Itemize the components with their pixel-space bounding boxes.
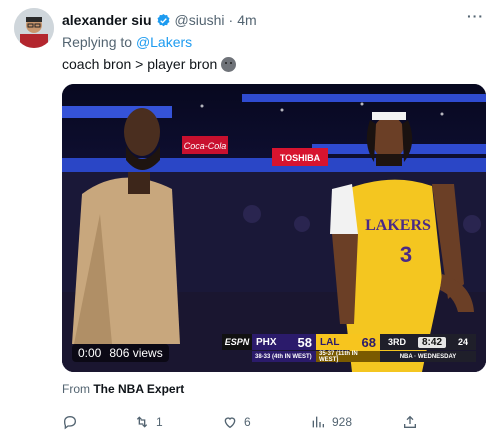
verified-badge-icon[interactable] <box>156 13 171 28</box>
video-views: 806 views <box>109 346 163 360</box>
away-team-panel: PHX 58 <box>252 334 316 350</box>
jersey-team-text: LAKERS <box>365 217 431 234</box>
avatar[interactable] <box>14 8 54 48</box>
jersey-number-text: 3 <box>400 242 412 267</box>
share-button[interactable] <box>402 414 418 430</box>
home-team-score: 68 <box>361 334 376 350</box>
replying-to-mention[interactable]: @Lakers <box>136 34 192 50</box>
replying-prefix: Replying to <box>62 34 136 50</box>
video-timestamp: 0:00 <box>78 346 102 360</box>
views-count: 928 <box>332 415 353 429</box>
views-icon <box>312 416 324 428</box>
scorebug-top-row: ESPN PHX 58 LAL 68 3RD 8:42 24 <box>222 334 476 350</box>
neutral-face-emoji-icon <box>221 56 237 72</box>
away-team-name: PHX <box>256 336 277 348</box>
retweet-count: 1 <box>156 415 163 429</box>
handle[interactable]: @siushi <box>175 12 225 28</box>
video-overlay: 0:00 806 views <box>72 344 169 362</box>
home-team-name: LAL <box>320 336 340 348</box>
display-name[interactable]: alexander siu <box>62 12 152 28</box>
reply-icon <box>63 415 77 430</box>
home-team-panel: LAL 68 <box>316 334 380 350</box>
source-link[interactable]: The NBA Expert <box>93 382 184 396</box>
period: 3RD <box>387 337 406 347</box>
like-button[interactable]: 6 <box>222 414 251 430</box>
video-frame: Coca-Cola TOSHIBA LAKERS 3 <box>62 84 486 372</box>
banner-text-coca-cola: Coca-Cola <box>184 141 227 151</box>
tweet-text: coach bron > player bron <box>62 56 237 72</box>
game-clock: 8:42 <box>417 336 446 348</box>
broadcast-label: NBA · WEDNESDAY <box>380 351 476 362</box>
tweet-actions: 1 6 928 <box>62 412 482 432</box>
replying-to-line: Replying to @Lakers <box>62 34 192 50</box>
like-icon <box>224 417 236 429</box>
video-player[interactable]: Coca-Cola TOSHIBA LAKERS 3 ESPN PHX 58 L… <box>62 84 486 372</box>
retweet-button[interactable]: 1 <box>134 414 163 430</box>
shot-clock: 24 <box>457 337 468 347</box>
retweet-icon <box>136 416 148 428</box>
away-team-score: 58 <box>297 334 312 350</box>
banner-text-toshiba: TOSHIBA <box>280 153 321 163</box>
more-options-icon[interactable]: ··· <box>467 8 484 24</box>
home-team-record: 35-37 (11th IN WEST) <box>316 351 380 363</box>
views-button[interactable]: 928 <box>310 414 352 430</box>
scorebug-bottom-row: 38-33 (4th IN WEST) 35-37 (11th IN WEST)… <box>252 351 476 363</box>
scorebug: ESPN PHX 58 LAL 68 3RD 8:42 24 38-33 (4t… <box>222 334 476 363</box>
share-icon <box>404 415 416 428</box>
like-count: 6 <box>244 415 251 429</box>
source-prefix: From <box>62 382 94 396</box>
away-team-record: 38-33 (4th IN WEST) <box>252 351 316 362</box>
tweet-header: alexander siu @siushi · 4m ··· <box>62 8 484 30</box>
reply-button[interactable] <box>62 414 78 430</box>
game-clock-panel: 3RD 8:42 24 <box>380 334 476 350</box>
avatar-image <box>14 8 54 48</box>
media-source-line: From The NBA Expert <box>62 382 184 396</box>
network-logo: ESPN <box>222 334 252 350</box>
separator-dot: · <box>228 12 234 28</box>
timestamp[interactable]: 4m <box>237 12 256 28</box>
tweet-body: coach bron > player bron <box>62 56 218 72</box>
